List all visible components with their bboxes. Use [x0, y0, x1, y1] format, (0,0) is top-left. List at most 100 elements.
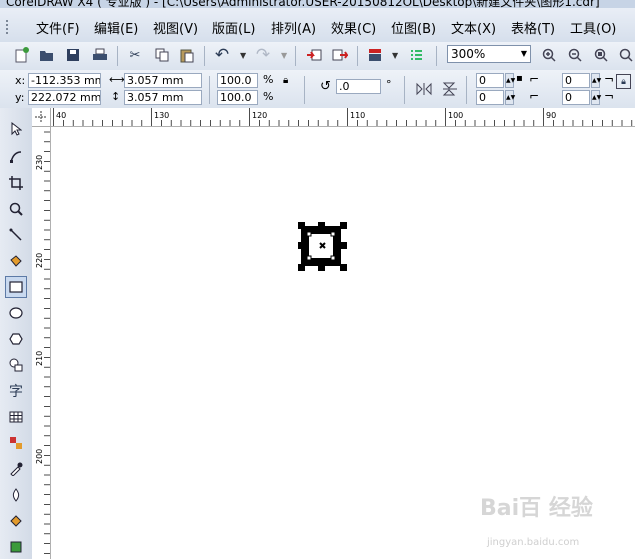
application-launcher-icon[interactable]	[366, 46, 384, 64]
smart-fill-tool-icon[interactable]	[5, 250, 27, 272]
ruler-label: 90	[546, 111, 556, 120]
redo-icon[interactable]: ↷	[254, 45, 272, 65]
crop-tool-icon[interactable]	[5, 172, 27, 194]
corner-node[interactable]	[306, 231, 312, 237]
selection-handle[interactable]	[298, 264, 305, 271]
ruler-label: 120	[252, 111, 267, 120]
x-position-field[interactable]: -112.353 mm	[28, 73, 101, 88]
menu-bitmaps[interactable]: 位图(B)	[391, 18, 436, 37]
window-title: CorelDRAW X4 ( 专业版 ) - [C:\Users\Adminis…	[6, 0, 600, 8]
zoom-to-selection-icon[interactable]	[592, 46, 610, 64]
menu-table[interactable]: 表格(T)	[511, 18, 555, 37]
height-field[interactable]: 3.057 mm	[124, 90, 202, 105]
selection-handle[interactable]	[340, 264, 347, 271]
undo-dropdown-icon[interactable]: ▼	[240, 51, 246, 60]
menu-view[interactable]: 视图(V)	[153, 18, 198, 37]
corner-radius-top-right[interactable]: 0	[562, 73, 590, 88]
zoom-level-select[interactable]: 300% ▼	[447, 45, 531, 63]
text-tool-icon[interactable]: 字	[5, 380, 27, 402]
selection-handle[interactable]	[340, 242, 347, 249]
ruler-origin[interactable]	[32, 108, 51, 127]
open-icon[interactable]	[38, 46, 56, 64]
ruler-label: 230	[35, 155, 44, 170]
outline-tool-icon[interactable]	[5, 484, 27, 506]
zoom-in-icon[interactable]	[540, 46, 558, 64]
scale-x-field[interactable]: 100.0	[217, 73, 258, 88]
toolbar-separator	[436, 46, 437, 66]
scale-y-field[interactable]: 100.0	[217, 90, 258, 105]
page-border-left	[50, 126, 51, 559]
welcome-screen-icon[interactable]	[407, 46, 425, 64]
mirror-horizontal-icon[interactable]	[415, 80, 433, 98]
corner-node[interactable]	[330, 255, 336, 261]
ruler-label: 110	[350, 111, 365, 120]
watermark-url: jingyan.baidu.com	[487, 537, 580, 548]
menu-text[interactable]: 文本(X)	[451, 18, 496, 37]
lock-ratio-icon[interactable]: 🔒︎	[283, 75, 288, 86]
menu-tools[interactable]: 工具(O)	[570, 18, 616, 37]
import-icon[interactable]	[305, 46, 323, 64]
cut-icon[interactable]: ✂	[126, 46, 144, 64]
selection-handle[interactable]	[298, 242, 305, 249]
menu-arrange[interactable]: 排列(A)	[271, 18, 316, 37]
rectangle-tool-icon[interactable]	[5, 276, 27, 298]
polygon-tool-icon[interactable]	[5, 328, 27, 350]
shape-tool-icon[interactable]	[5, 146, 27, 168]
mirror-vertical-icon[interactable]	[441, 80, 459, 98]
basic-shapes-tool-icon[interactable]	[5, 354, 27, 376]
ruler-label: 200	[35, 449, 44, 464]
width-field[interactable]: 3.057 mm	[124, 73, 202, 88]
menu-bar: 文件(F) 编辑(E) 视图(V) 版面(L) 排列(A) 效果(C) 位图(B…	[0, 8, 635, 43]
corner-node[interactable]	[330, 231, 336, 237]
menu-effects[interactable]: 效果(C)	[331, 18, 376, 37]
menu-layout[interactable]: 版面(L)	[212, 18, 255, 37]
corner-radius-bottom-left[interactable]: 0	[476, 90, 504, 105]
toolbar-separator	[304, 76, 305, 104]
pick-tool-icon[interactable]	[5, 118, 27, 140]
selection-handle[interactable]	[298, 222, 305, 229]
title-bar: CorelDRAW X4 ( 专业版 ) - [C:\Users\Adminis…	[0, 0, 635, 8]
zoom-fit-icon[interactable]	[617, 46, 635, 64]
fill-tool-icon[interactable]	[5, 510, 27, 532]
spinner-icon[interactable]: ▲▼	[591, 73, 601, 88]
selection-handle[interactable]	[318, 264, 325, 271]
ellipse-tool-icon[interactable]	[5, 302, 27, 324]
corner-node[interactable]	[306, 255, 312, 261]
toolbar-separator	[295, 46, 296, 66]
export-icon[interactable]	[331, 46, 349, 64]
interactive-fill-tool-icon[interactable]	[5, 536, 27, 558]
paste-icon[interactable]	[178, 46, 196, 64]
save-icon[interactable]	[64, 46, 82, 64]
print-icon[interactable]	[91, 46, 109, 64]
redo-dropdown-icon[interactable]: ▼	[281, 51, 287, 60]
horizontal-ruler[interactable]: 40 130 120 110 100 90	[32, 108, 635, 127]
copy-icon[interactable]	[153, 46, 171, 64]
lock-corners-icon[interactable]: 🔒︎	[616, 74, 631, 89]
ruler-label: 130	[154, 111, 169, 120]
new-document-icon[interactable]	[13, 46, 31, 64]
selection-handle[interactable]	[340, 222, 347, 229]
toolbar-separator	[204, 46, 205, 66]
freehand-tool-icon[interactable]	[5, 224, 27, 246]
interactive-blend-tool-icon[interactable]	[5, 432, 27, 454]
vertical-ruler[interactable]: 230 220 210 200	[32, 108, 51, 559]
y-position-label: y:	[15, 91, 25, 104]
spinner-icon[interactable]: ▲▼	[505, 90, 515, 105]
selected-rectangle[interactable]	[296, 220, 352, 274]
zoom-out-icon[interactable]	[566, 46, 584, 64]
undo-icon[interactable]: ↶	[213, 45, 231, 65]
y-position-field[interactable]: 222.072 mm	[28, 90, 101, 105]
toolbar-grip[interactable]	[6, 20, 11, 34]
rotation-field[interactable]: .0	[336, 79, 381, 94]
eyedropper-tool-icon[interactable]	[5, 458, 27, 480]
corner-radius-bottom-right[interactable]: 0	[562, 90, 590, 105]
zoom-tool-icon[interactable]	[5, 198, 27, 220]
selection-handle[interactable]	[318, 222, 325, 229]
corner-radius-top-left[interactable]: 0	[476, 73, 504, 88]
launcher-dropdown-icon[interactable]: ▼	[392, 51, 398, 60]
spinner-icon[interactable]: ▲▼	[505, 73, 515, 88]
spinner-icon[interactable]: ▲▼	[591, 90, 601, 105]
menu-file[interactable]: 文件(F)	[36, 18, 80, 37]
menu-edit[interactable]: 编辑(E)	[94, 18, 138, 37]
table-tool-icon[interactable]	[5, 406, 27, 428]
